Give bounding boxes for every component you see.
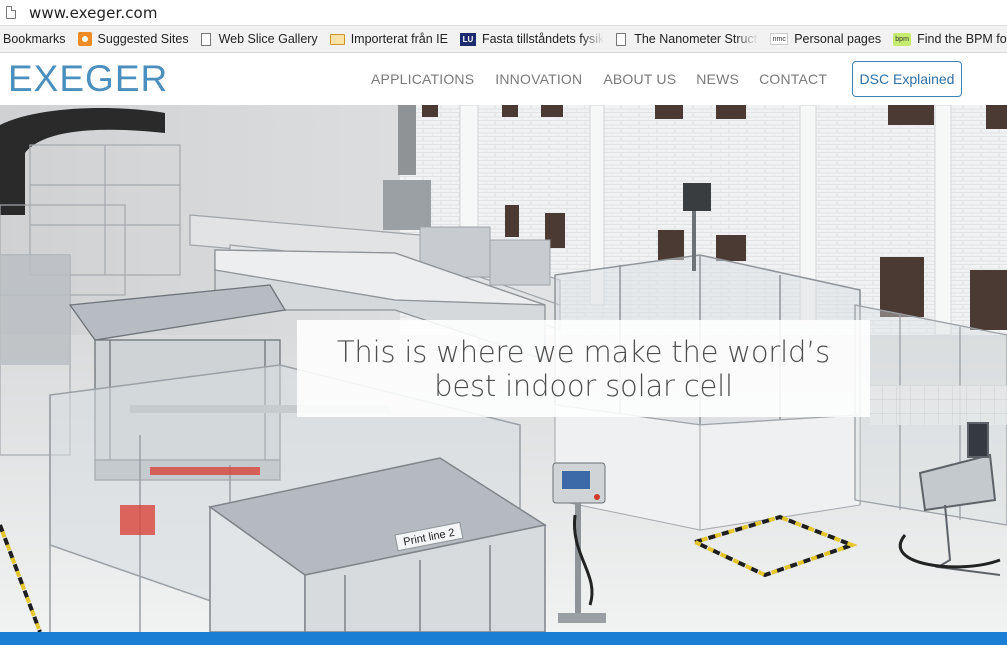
suggested-sites-icon xyxy=(77,32,92,46)
bookmark-find-the-bpm[interactable]: bpm Find the BPM for any xyxy=(887,26,1007,52)
bookmarks-bar: Bookmarks Suggested Sites Web Slice Gall… xyxy=(0,26,1007,53)
folder-icon xyxy=(329,33,345,45)
nav-innovation[interactable]: INNOVATION xyxy=(495,71,582,87)
bookmark-fasta-tillstandets-fysik[interactable]: LU Fasta tillståndets fysik xyxy=(454,26,610,52)
site-header: EXEGER APPLICATIONS INNOVATION ABOUT US … xyxy=(0,54,1007,105)
page-icon xyxy=(200,32,211,46)
bookmark-label: Bookmarks xyxy=(3,32,66,46)
nav-news[interactable]: NEWS xyxy=(696,71,739,87)
bookmark-bookmarks[interactable]: Bookmarks xyxy=(0,26,72,52)
page-icon xyxy=(616,32,627,46)
bookmark-web-slice-gallery[interactable]: Web Slice Gallery xyxy=(195,26,324,52)
nav-about-us[interactable]: ABOUT US xyxy=(603,71,676,87)
bookmark-label: The Nanometer Structure xyxy=(634,32,758,46)
bookmark-label: Personal pages xyxy=(794,32,882,46)
main-nav: APPLICATIONS INNOVATION ABOUT US NEWS CO… xyxy=(371,71,827,87)
bookmark-label: Fasta tillståndets fysik xyxy=(481,32,605,46)
address-bar[interactable]: www.exeger.com xyxy=(0,0,1007,26)
nav-applications[interactable]: APPLICATIONS xyxy=(371,71,474,87)
nav-contact[interactable]: CONTACT xyxy=(759,71,827,87)
bookmark-importerat-fran-ie[interactable]: Importerat från IE xyxy=(324,26,454,52)
dsc-explained-button[interactable]: DSC Explained xyxy=(852,61,962,97)
exeger-logo[interactable]: EXEGER xyxy=(8,57,168,101)
bookmark-label: Find the BPM for any xyxy=(917,32,1007,46)
page-icon xyxy=(6,6,16,19)
lu-icon: LU xyxy=(459,32,476,46)
bookmark-label: Suggested Sites xyxy=(97,32,189,46)
hero-section: Print line 2 This is where we make the w… xyxy=(0,105,1007,632)
bookmark-label: Importerat från IE xyxy=(350,32,448,46)
hero-tagline-box: This is where we make the world’s best i… xyxy=(297,320,870,417)
hero-tagline-line1: This is where we make the world’s xyxy=(336,334,831,369)
bookmark-suggested-sites[interactable]: Suggested Sites xyxy=(72,26,195,52)
url-text[interactable]: www.exeger.com xyxy=(29,4,158,22)
bottom-accent-bar xyxy=(0,632,1007,645)
bookmark-nanometer-structure[interactable]: The Nanometer Structure xyxy=(610,26,764,52)
bookmark-label: Web Slice Gallery xyxy=(218,32,318,46)
bookmark-personal-pages[interactable]: nmc Personal pages xyxy=(764,26,887,52)
hero-tagline-line2: best indoor solar cell xyxy=(434,368,733,403)
bpm-icon: bpm xyxy=(893,32,912,46)
nmc-icon: nmc xyxy=(770,33,789,45)
